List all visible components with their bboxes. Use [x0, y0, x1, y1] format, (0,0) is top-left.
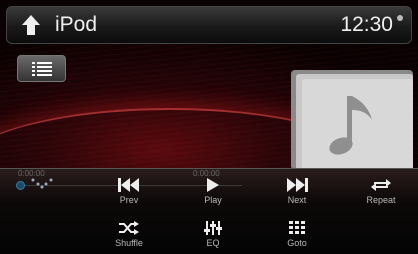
- next-button[interactable]: Next: [267, 178, 327, 205]
- goto-button[interactable]: Goto: [267, 221, 327, 248]
- clock: 12:30: [340, 13, 393, 36]
- goto-label: Goto: [287, 238, 307, 248]
- play-label: Play: [204, 195, 222, 205]
- list-button[interactable]: [17, 55, 66, 82]
- dotted-chevron-icon: [31, 178, 53, 189]
- home-icon[interactable]: [21, 14, 41, 36]
- repeat-label: Repeat: [366, 195, 396, 205]
- clock-indicator: [397, 15, 403, 21]
- ipod-screen: iPod 12:30 0:00:00 0:00:00 Prev Play Nex…: [0, 0, 418, 254]
- play-icon: [207, 178, 219, 192]
- list-icon: [32, 62, 52, 76]
- shuffle-label: Shuffle: [115, 238, 143, 248]
- repeat-button[interactable]: Repeat: [351, 178, 411, 205]
- shuffle-button[interactable]: Shuffle: [99, 221, 159, 248]
- prev-button[interactable]: Prev: [99, 178, 159, 205]
- prev-label: Prev: [119, 195, 139, 205]
- mode-button[interactable]: [12, 176, 72, 190]
- equalizer-icon: [204, 221, 222, 235]
- next-label: Next: [287, 195, 307, 205]
- repeat-icon: [371, 179, 391, 191]
- page-title: iPod: [55, 13, 98, 36]
- prev-icon: [118, 178, 139, 192]
- eq-button[interactable]: EQ: [183, 221, 243, 248]
- play-button[interactable]: Play: [183, 178, 243, 205]
- grid-icon: [289, 221, 305, 234]
- album-art: [290, 70, 413, 170]
- total-time: 0:00:00: [193, 169, 220, 178]
- shuffle-icon: [119, 221, 139, 235]
- title-bar: iPod 12:30: [6, 6, 412, 44]
- eq-label: EQ: [206, 238, 220, 248]
- next-icon: [287, 178, 308, 192]
